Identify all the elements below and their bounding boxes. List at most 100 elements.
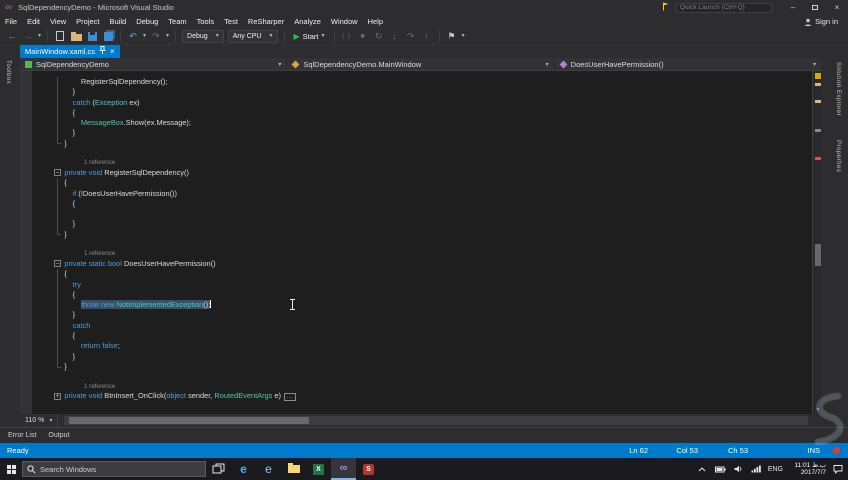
code-line[interactable]: if (!DoesUserHavePermission()) [20,188,812,199]
zoom-dropdown[interactable]: 110 % ▾ [20,414,59,427]
toolbox-rail-tab[interactable]: Toolbox [5,60,11,84]
code-line[interactable]: } [20,229,812,240]
battery-icon[interactable] [714,463,727,476]
fold-collapse-icon[interactable]: − [54,260,61,268]
pause-button[interactable]: ❘❘ [341,30,353,43]
properties-rail-tab[interactable]: Properties [835,140,841,172]
chevron-down-icon[interactable]: ▾ [38,33,41,39]
codelens-line[interactable]: 1 reference [20,250,812,259]
scrollbar-thumb[interactable] [69,417,310,424]
code-line[interactable]: catch (Exception ex) [20,97,812,108]
panel-tab-output[interactable]: Output [48,432,69,439]
menu-item-file[interactable]: File [0,15,22,28]
network-icon[interactable] [750,463,763,476]
save-all-button[interactable] [102,30,114,43]
menu-item-test[interactable]: Test [219,15,243,28]
panel-tab-error-list[interactable]: Error List [8,432,36,439]
solution-explorer-rail-tab[interactable]: Solution Explorer [835,62,841,116]
start-menu-button[interactable] [0,458,22,480]
code-line[interactable]: } [20,361,812,372]
code-line[interactable] [20,209,812,220]
flag-icon[interactable]: ⚑ [446,30,458,43]
code-line[interactable]: try [20,279,812,290]
code-line[interactable] [20,240,812,250]
solution-platform-dropdown[interactable]: Any CPU ▾ [227,29,278,43]
taskbar-app-file-explorer[interactable] [281,458,306,480]
scroll-down-icon[interactable]: ▼ [813,406,822,414]
step-into-button[interactable]: ↓ [389,30,401,43]
language-indicator[interactable]: ENG [768,466,783,473]
maximize-button[interactable] [804,0,826,15]
code-area[interactable]: RegisterSqlDependency(); } catch (Except… [20,77,812,402]
notifications-flag-icon[interactable] [662,2,670,13]
code-line[interactable]: − private static bool DoesUserHavePermis… [20,259,812,269]
save-button[interactable] [86,30,98,43]
menu-item-view[interactable]: View [45,15,71,28]
menu-item-build[interactable]: Build [105,15,132,28]
code-line[interactable]: return false; [20,341,812,352]
undo-button[interactable]: ↶ [127,30,139,43]
chevron-down-icon[interactable]: ▾ [166,33,169,39]
code-line[interactable]: } [20,219,812,230]
horizontal-scrollbar[interactable] [64,416,808,425]
sign-in-link[interactable]: Sign in [804,17,838,26]
menu-item-debug[interactable]: Debug [131,15,163,28]
step-over-button[interactable]: ↷ [405,30,417,43]
code-line[interactable]: catch [20,320,812,332]
menu-item-project[interactable]: Project [71,15,104,28]
stop-button[interactable]: ■ [357,30,369,43]
code-line[interactable]: + private void BtnInsert_OnClick(object … [20,391,812,402]
navbar-dropdown-project[interactable]: SqlDependencyDemo ▾ [20,58,288,70]
solution-configuration-dropdown[interactable]: Debug ▾ [182,29,224,43]
taskbar-app-excel[interactable]: X [306,458,331,480]
vertical-scrollbar[interactable]: ▲ ▼ [812,71,822,414]
code-line[interactable]: { [20,331,812,342]
fold-collapse-icon[interactable]: − [54,169,61,177]
code-line[interactable] [20,149,812,159]
code-line[interactable]: } [20,138,812,149]
code-line[interactable]: { [20,269,812,280]
taskbar-search-box[interactable] [22,461,206,477]
code-line[interactable]: } [20,351,812,362]
codelens-line[interactable]: 1 reference [20,383,812,392]
navigate-backward-button[interactable]: ← [6,30,18,43]
code-line[interactable]: − private void RegisterSqlDependency() [20,168,812,178]
volume-icon[interactable] [732,463,745,476]
code-line[interactable]: { [20,178,812,189]
taskbar-app-edge[interactable]: e [231,458,256,480]
notification-center-icon[interactable] [831,463,844,476]
code-line[interactable]: RegisterSqlDependency(); [20,77,812,88]
code-line[interactable]: } [20,87,812,98]
quick-launch-input[interactable] [676,2,772,13]
minimize-button[interactable]: – [782,0,804,15]
code-line[interactable]: { [20,289,812,301]
navbar-dropdown-type[interactable]: SqlDependencyDemo.MainWindow ▾ [287,58,555,70]
code-line[interactable] [20,372,812,382]
navbar-dropdown-member[interactable]: DoesUserHavePermission() ▾ [555,58,822,70]
step-out-button[interactable]: ↑ [421,30,433,43]
taskbar-clock[interactable]: 11:01 ب.ظ 2017/7/7 [788,462,826,477]
fold-expand-icon[interactable]: + [54,392,61,400]
code-line[interactable]: MessageBox.Show(ex.Message); [20,118,812,129]
code-line[interactable]: } [20,128,812,139]
navigate-forward-button[interactable]: → [22,30,34,43]
menu-item-team[interactable]: Team [163,15,191,28]
menu-item-analyze[interactable]: Analyze [289,15,326,28]
taskbar-app-ssms[interactable]: S [356,458,381,480]
code-line[interactable]: { [20,107,812,119]
restart-button[interactable]: ↻ [373,30,385,43]
menu-item-edit[interactable]: Edit [22,15,45,28]
taskbar-app-internet-explorer[interactable]: e [256,458,281,480]
code-line[interactable]: } [20,310,812,321]
new-file-button[interactable] [54,30,66,43]
menu-item-resharper[interactable]: ReSharper [243,15,289,28]
menu-item-help[interactable]: Help [363,15,388,28]
menu-item-window[interactable]: Window [326,15,363,28]
open-file-button[interactable] [70,30,82,43]
codelens-line[interactable]: 1 reference [20,159,812,168]
toolbar-overflow-chevron-icon[interactable]: ▾ [462,33,465,39]
taskbar-app-visual-studio[interactable]: ∞ [331,458,356,480]
taskbar-app-task-view[interactable] [206,458,231,480]
document-tab[interactable]: MainWindow.xaml.cs × [20,45,120,58]
chevron-down-icon[interactable]: ▾ [143,33,146,39]
